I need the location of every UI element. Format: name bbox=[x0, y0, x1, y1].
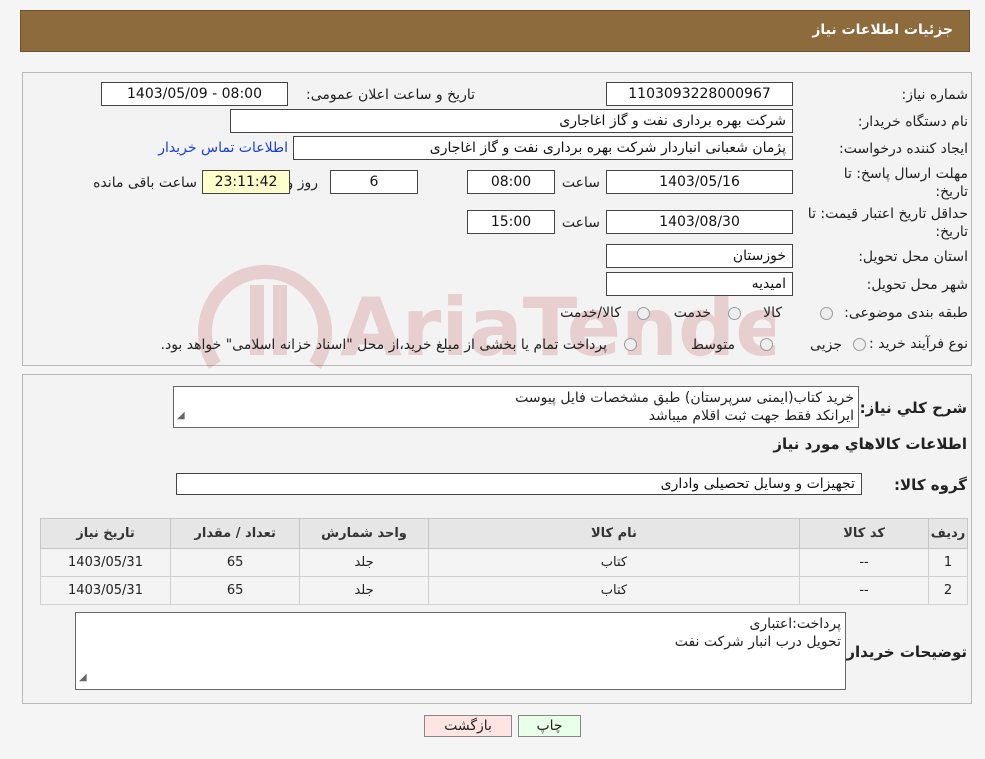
buyer-org-field: شرکت بهره برداری نفت و گاز اغاجاری bbox=[230, 109, 793, 133]
process-radio-treasury[interactable] bbox=[624, 338, 637, 351]
buyer-notes-textarea[interactable]: پرداخت:اعتباری تحویل درب انبار شرکت نفت … bbox=[75, 612, 846, 690]
description-line-1: خرید کتاب(ایمنی سرپرستان) طبق مشخصات فای… bbox=[515, 390, 854, 406]
category-option-service: خدمت bbox=[673, 305, 711, 321]
cell-item-code: -- bbox=[799, 576, 930, 605]
col-need-date: تاریخ نیاز bbox=[39, 518, 172, 549]
remaining-time-field: 23:11:42 bbox=[202, 170, 290, 194]
deadline-date-field: 1403/05/16 bbox=[606, 170, 793, 194]
deadline-label: مهلت ارسال پاسخ: تا bbox=[843, 166, 968, 182]
validity-label: حداقل تاریخ اعتبار قیمت: تا bbox=[807, 206, 968, 222]
resize-grip-icon[interactable]: ◢ bbox=[79, 669, 87, 687]
validity-time-label: ساعت bbox=[561, 215, 600, 231]
table-header-row: رديف کد کالا نام کالا واحد شمارش تعداد /… bbox=[39, 518, 968, 549]
city-label: شهر محل تحویل: bbox=[866, 277, 968, 293]
table-row: 2 -- کتاب جلد 65 1403/05/31 bbox=[39, 576, 968, 605]
creator-field: پژمان شعبانی انباردار شرکت بهره برداری ن… bbox=[293, 136, 793, 160]
process-radio-minor[interactable] bbox=[853, 338, 866, 351]
need-number-label: شماره نیاز: bbox=[901, 87, 969, 103]
goods-group-label: گروه کالا: bbox=[894, 476, 967, 494]
cell-item-code: -- bbox=[799, 548, 930, 577]
category-option-goods: کالا bbox=[763, 305, 782, 321]
process-option-medium: متوسط bbox=[691, 337, 735, 353]
col-item-name: نام کالا bbox=[427, 518, 801, 549]
col-quantity: تعداد / مقدار bbox=[170, 518, 301, 549]
category-radio-goods[interactable] bbox=[820, 307, 833, 320]
col-row-number: رديف bbox=[928, 518, 968, 549]
buyer-notes-line-1: پرداخت:اعتباری bbox=[749, 616, 841, 632]
category-radio-goods-service[interactable] bbox=[637, 307, 650, 320]
deadline-label-date: تاریخ: bbox=[935, 184, 968, 200]
goods-group-field: تجهیزات و وسایل تحصیلی واداری bbox=[176, 473, 862, 495]
category-label: طبقه بندی موضوعی: bbox=[844, 305, 968, 321]
cell-need-date: 1403/05/31 bbox=[39, 548, 172, 577]
creator-label: ایجاد کننده درخواست: bbox=[839, 141, 968, 157]
remaining-label: ساعت باقی مانده bbox=[93, 175, 197, 191]
cell-need-date: 1403/05/31 bbox=[39, 576, 172, 605]
days-field: 6 bbox=[330, 170, 418, 194]
category-option-goods-service: کالا/خدمت bbox=[560, 305, 621, 321]
cell-unit: جلد bbox=[299, 576, 429, 605]
col-unit: واحد شمارش bbox=[299, 518, 429, 549]
page-header: جزئیات اطلاعات نیاز bbox=[20, 10, 970, 52]
process-option-minor: جزیی bbox=[810, 337, 842, 353]
resize-grip-icon[interactable]: ◢ bbox=[177, 407, 185, 425]
col-item-code: کد کالا bbox=[799, 518, 930, 549]
deadline-time-label: ساعت bbox=[561, 175, 600, 191]
back-button[interactable]: بازگشت bbox=[424, 715, 512, 737]
validity-time-field: 15:00 bbox=[467, 210, 555, 234]
cell-quantity: 65 bbox=[170, 576, 301, 605]
cell-item-name: کتاب bbox=[427, 576, 801, 605]
cell-row-number: 2 bbox=[928, 576, 968, 605]
days-label: روز و bbox=[286, 175, 319, 191]
process-label: نوع فرآیند خرید : bbox=[869, 336, 968, 352]
announce-label: تاریخ و ساعت اعلان عمومی: bbox=[306, 87, 475, 103]
buyer-contact-link[interactable]: اطلاعات تماس خریدار bbox=[158, 140, 288, 156]
buyer-org-label: نام دستگاه خریدار: bbox=[857, 114, 968, 130]
description-textarea[interactable]: خرید کتاب(ایمنی سرپرستان) طبق مشخصات فای… bbox=[173, 386, 859, 428]
validity-date-field: 1403/08/30 bbox=[606, 210, 793, 234]
announce-datetime-field: 1403/05/09 - 08:00 bbox=[101, 82, 288, 106]
need-number-field: 1103093228000967 bbox=[606, 82, 793, 106]
province-label: استان محل تحویل: bbox=[858, 249, 968, 265]
table-row: 1 -- کتاب جلد 65 1403/05/31 bbox=[39, 548, 968, 577]
process-radio-medium[interactable] bbox=[760, 338, 773, 351]
goods-table: رديف کد کالا نام کالا واحد شمارش تعداد /… bbox=[39, 518, 968, 605]
description-label: شرح کلي نياز: bbox=[859, 399, 967, 417]
process-note: پرداخت تمام یا بخشی از مبلغ خرید،از محل … bbox=[160, 337, 607, 353]
city-field: امیدیه bbox=[606, 272, 793, 296]
validity-label-date: تاریخ: bbox=[935, 224, 968, 240]
buyer-notes-label: توضیحات خریدار: bbox=[840, 643, 967, 661]
category-radio-service[interactable] bbox=[728, 307, 741, 320]
buyer-notes-line-2: تحویل درب انبار شرکت نفت bbox=[674, 634, 841, 650]
deadline-time-field: 08:00 bbox=[467, 170, 555, 194]
print-button[interactable]: چاپ bbox=[518, 715, 581, 737]
cell-unit: جلد bbox=[299, 548, 429, 577]
description-line-2: ایرانکد فقط جهت ثبت اقلام میباشد bbox=[648, 408, 854, 424]
cell-row-number: 1 bbox=[928, 548, 968, 577]
goods-info-title: اطلاعات کالاهاي مورد نياز bbox=[773, 435, 967, 453]
province-field: خوزستان bbox=[606, 244, 793, 268]
cell-item-name: کتاب bbox=[427, 548, 801, 577]
page-title: جزئیات اطلاعات نیاز bbox=[812, 22, 953, 38]
cell-quantity: 65 bbox=[170, 548, 301, 577]
